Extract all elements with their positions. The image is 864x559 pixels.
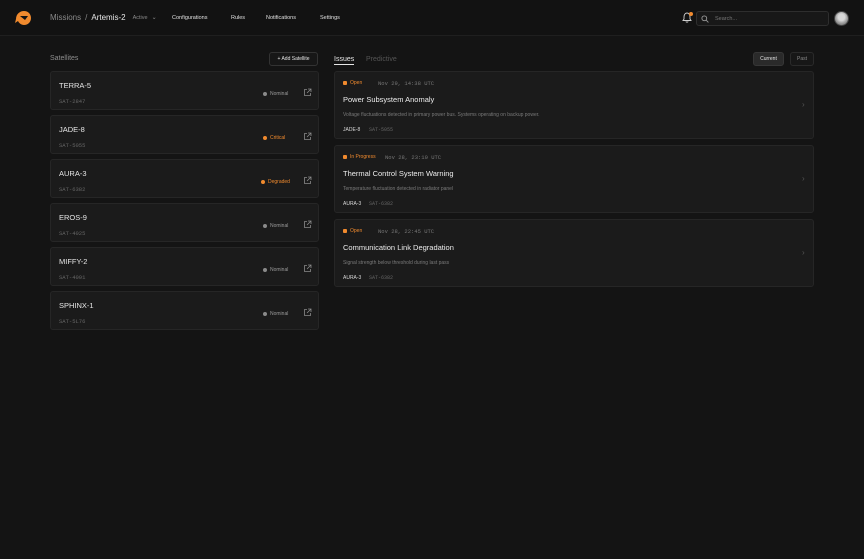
- status-label: Nominal: [270, 267, 289, 273]
- nav-rules[interactable]: Rules: [231, 15, 245, 21]
- satellite-name: TERRA-5: [59, 81, 92, 90]
- status-label: Nominal: [270, 91, 289, 97]
- satellite-card[interactable]: MIFFY-2 SAT-4091 Nominal: [50, 247, 319, 286]
- issue-satellite-id: SAT-6382: [369, 275, 394, 281]
- toggle-past[interactable]: Past: [790, 52, 814, 66]
- satellite-card[interactable]: EROS-9 SAT-4025 Nominal: [50, 203, 319, 242]
- external-link-icon[interactable]: [303, 88, 312, 97]
- top-bar: Missions / Artemis-2 Active ⌄ Configurat…: [0, 0, 864, 36]
- satellite-card[interactable]: AURA-3 SAT-6382 Degraded: [50, 159, 319, 198]
- chevron-down-icon[interactable]: ⌄: [152, 14, 157, 21]
- issue-timestamp: Nov 28, 23:10 UTC: [385, 154, 442, 161]
- satellite-id: SAT-5L76: [59, 318, 86, 325]
- nav-configurations[interactable]: Configurations: [172, 15, 207, 21]
- issue-description: Signal strength below threshold during l…: [343, 260, 450, 266]
- status-badge: Degraded: [261, 179, 290, 185]
- satellites-title: Satellites: [50, 55, 79, 62]
- satellite-name: AURA-3: [59, 169, 87, 178]
- tab-issues[interactable]: Issues: [334, 56, 355, 65]
- external-link-icon[interactable]: [303, 264, 312, 273]
- status-badge: Nominal: [263, 91, 288, 97]
- issue-description: Temperature fluctuation detected in radi…: [343, 186, 454, 192]
- issue-satellite-name: AURA-3: [343, 275, 362, 281]
- issue-card[interactable]: Open Nov 29, 14:38 UTC Power Subsystem A…: [334, 71, 814, 139]
- issue-satellite-name: JADE-8: [343, 127, 361, 133]
- nav-notifications[interactable]: Notifications: [266, 15, 296, 21]
- issue-status-badge: In Progress: [343, 154, 376, 160]
- issue-title: Power Subsystem Anomaly: [343, 95, 435, 104]
- search-icon: [701, 15, 709, 23]
- satellite-id: SAT-5055: [59, 142, 86, 149]
- satellite-card[interactable]: TERRA-5 SAT-2847 Nominal: [50, 71, 319, 110]
- status-label: Degraded: [268, 179, 290, 185]
- toggle-current[interactable]: Current: [753, 52, 784, 66]
- search-input[interactable]: Search...: [696, 11, 829, 26]
- issue-status-label: Open: [350, 80, 363, 86]
- issue-status-badge: Open: [343, 228, 362, 234]
- breadcrumb-current-mission[interactable]: Artemis-2: [91, 13, 125, 22]
- satellite-card[interactable]: JADE-8 SAT-5055 Critical: [50, 115, 319, 154]
- satellite-id: SAT-4025: [59, 230, 86, 237]
- status-badge: Nominal: [263, 223, 288, 229]
- issue-timestamp: Nov 29, 14:38 UTC: [378, 80, 435, 87]
- external-link-icon[interactable]: [303, 176, 312, 185]
- external-link-icon[interactable]: [303, 220, 312, 229]
- chevron-right-icon[interactable]: ›: [802, 100, 805, 109]
- external-link-icon[interactable]: [303, 132, 312, 141]
- breadcrumb: Missions / Artemis-2 Active ⌄: [50, 13, 157, 22]
- satellite-name: SPHINX-1: [59, 301, 94, 310]
- issue-card[interactable]: Open Nov 28, 22:45 UTC Communication Lin…: [334, 219, 814, 287]
- search-placeholder: Search...: [715, 16, 738, 22]
- issue-satellite-id: SAT-5055: [369, 127, 394, 133]
- chevron-right-icon[interactable]: ›: [802, 174, 805, 183]
- status-badge: Critical: [263, 135, 285, 141]
- issue-description: Voltage fluctuations detected in primary…: [343, 112, 540, 118]
- nav-settings[interactable]: Settings: [320, 15, 340, 21]
- mission-status-dropdown[interactable]: Active: [133, 15, 148, 21]
- issue-satellite-name: AURA-3: [343, 201, 362, 207]
- add-satellite-button[interactable]: + Add Satellite: [269, 52, 318, 66]
- issue-status-label: In Progress: [350, 154, 376, 160]
- issue-timestamp: Nov 28, 22:45 UTC: [378, 228, 435, 235]
- satellite-card[interactable]: SPHINX-1 SAT-5L76 Nominal: [50, 291, 319, 330]
- status-badge: Nominal: [263, 311, 288, 317]
- issue-title: Communication Link Degradation: [343, 243, 454, 252]
- status-label: Nominal: [270, 311, 289, 317]
- issue-title: Thermal Control System Warning: [343, 169, 454, 178]
- issue-status-label: Open: [350, 228, 363, 234]
- issue-card[interactable]: In Progress Nov 28, 23:10 UTC Thermal Co…: [334, 145, 814, 213]
- satellite-name: JADE-8: [59, 125, 85, 134]
- status-label: Nominal: [270, 223, 289, 229]
- satellite-name: MIFFY-2: [59, 257, 88, 266]
- issue-satellite-id: SAT-6382: [369, 201, 394, 207]
- status-label: Critical: [270, 135, 286, 141]
- tab-predictive[interactable]: Predictive: [366, 56, 397, 63]
- issue-status-badge: Open: [343, 80, 362, 86]
- satellite-id: SAT-6382: [59, 186, 86, 193]
- breadcrumb-missions-link[interactable]: Missions: [50, 13, 81, 22]
- satellite-id: SAT-4091: [59, 274, 86, 281]
- satellite-name: EROS-9: [59, 213, 87, 222]
- satellite-id: SAT-2847: [59, 98, 86, 105]
- logo-icon[interactable]: [14, 10, 32, 26]
- status-badge: Nominal: [263, 267, 288, 273]
- external-link-icon[interactable]: [303, 308, 312, 317]
- notification-dot: [689, 12, 693, 16]
- avatar[interactable]: [834, 11, 849, 26]
- chevron-right-icon[interactable]: ›: [802, 248, 805, 257]
- breadcrumb-separator: /: [85, 13, 88, 22]
